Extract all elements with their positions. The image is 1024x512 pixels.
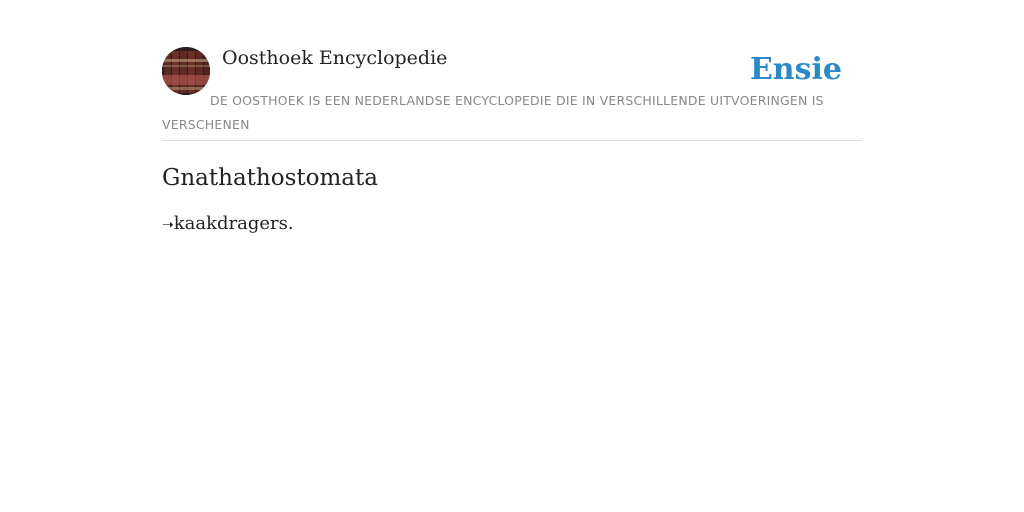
books-icon: [162, 47, 210, 95]
main-content: Gnathathostomata ➝kaakdragers.: [162, 160, 862, 237]
see-also-arrow-icon: ➝: [162, 217, 174, 233]
site-title[interactable]: Oosthoek Encyclopedie: [222, 46, 447, 70]
page: Oosthoek Encyclopedie Ensie De Oosthoek …: [0, 0, 1024, 512]
site-tagline: De Oosthoek is een Nederlandse encyclope…: [162, 93, 824, 132]
encyclopedia-avatar-icon[interactable]: [162, 47, 210, 95]
site-header: Oosthoek Encyclopedie Ensie De Oosthoek …: [162, 46, 862, 141]
entry-title: Gnathathostomata: [162, 165, 378, 191]
entry-body: ➝kaakdragers.: [162, 212, 862, 237]
brand-logo-link[interactable]: Ensie: [750, 50, 842, 90]
cross-reference-link[interactable]: kaakdragers.: [174, 213, 294, 234]
